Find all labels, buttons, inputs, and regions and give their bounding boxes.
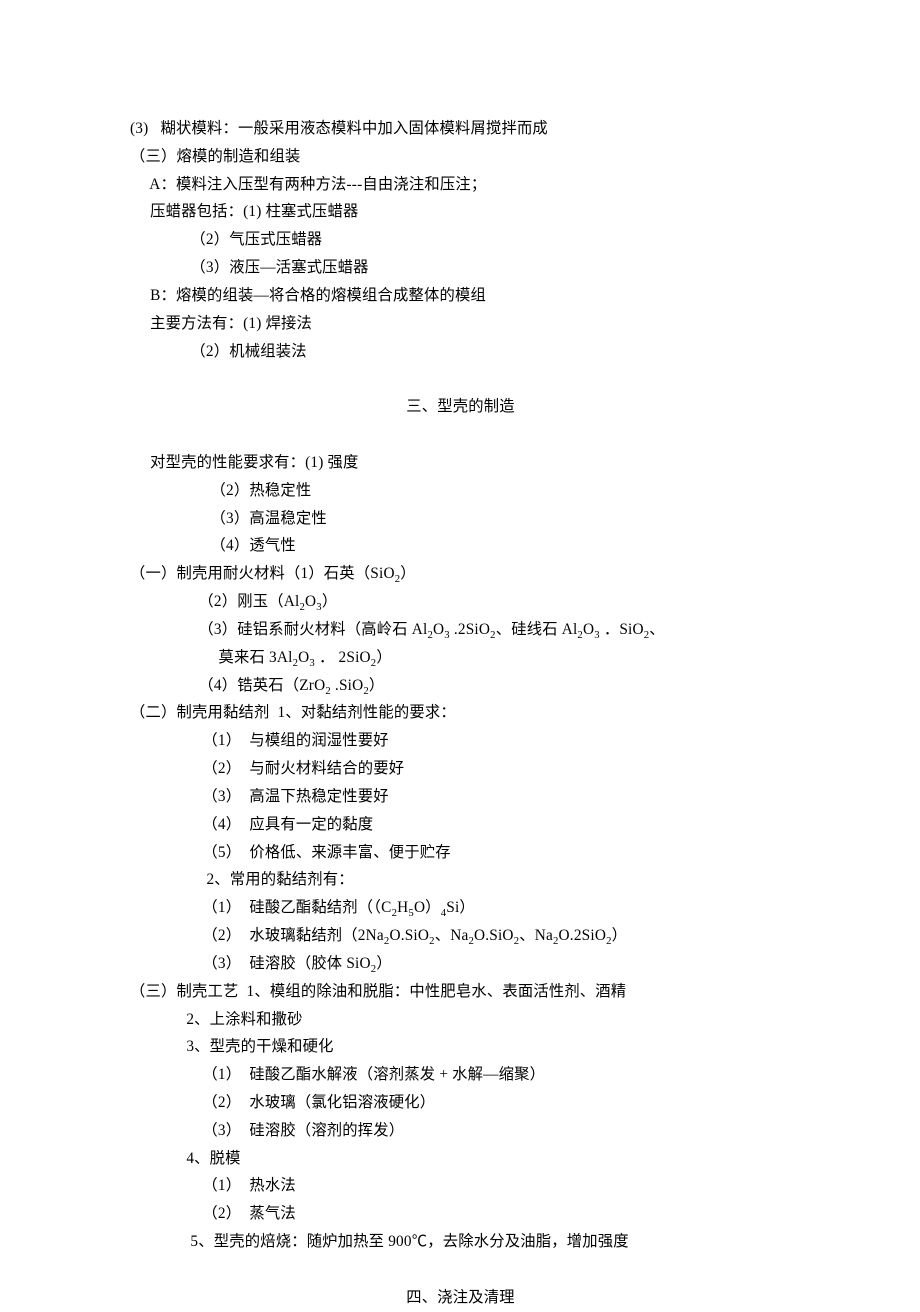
text-fragment: ） — [376, 649, 392, 666]
text-fragment: （2） 水玻璃黏结剂（2Na — [130, 927, 384, 944]
body-line: 主要方法有：(1) 焊接法 — [130, 310, 815, 338]
body-line: （3）硅铝系耐火材料（高岭石 Al2O3 .2SiO2、硅线石 Al2O3 ．S… — [130, 616, 815, 644]
body-line: （1） 与模组的润湿性要好 — [130, 727, 815, 755]
body-line: 2、常用的黏结剂有： — [130, 866, 815, 894]
text-fragment: .SiO — [331, 677, 363, 694]
text-fragment: O — [583, 621, 594, 638]
text-fragment: （4）锆英石（ZrO — [130, 677, 325, 694]
text-fragment: （3） 硅溶胶（胶体 SiO — [130, 955, 371, 972]
blank-line — [130, 421, 815, 449]
text-fragment: H — [397, 899, 408, 916]
text-fragment: 莫来石 3Al — [130, 649, 293, 666]
text-fragment: ） — [612, 927, 628, 944]
text-fragment: O.2SiO — [559, 927, 607, 944]
body-line: （2）热稳定性 — [130, 477, 815, 505]
text-fragment: O — [305, 593, 316, 610]
body-line: 2、上涂料和撒砂 — [130, 1006, 815, 1034]
body-line: （2） 与耐火材料结合的要好 — [130, 755, 815, 783]
text-fragment: （2）刚玉（Al — [130, 593, 299, 610]
body-line: （2） 水玻璃黏结剂（2Na2O.SiO2、Na2O.SiO2、Na2O.2Si… — [130, 922, 815, 950]
body-line: （3） 硅溶胶（溶剂的挥发） — [130, 1117, 815, 1145]
text-fragment: （3）硅铝系耐火材料（高岭石 Al — [130, 621, 427, 638]
body-line: （3） 硅溶胶（胶体 SiO2） — [130, 950, 815, 978]
body-line: （三）制壳工艺 1、模组的除油和脱脂：中性肥皂水、表面活性剂、酒精 — [130, 978, 815, 1006]
body-line: （2）气压式压蜡器 — [130, 226, 815, 254]
body-line: （二）制壳用黏结剂 1、对黏结剂性能的要求： — [130, 699, 815, 727]
body-line: （一）制壳用耐火材料（1）石英（SiO2） — [130, 560, 815, 588]
text-fragment: ） — [376, 955, 392, 972]
body-line: （三）熔模的制造和组装 — [130, 143, 815, 171]
body-line: （2） 蒸气法 — [130, 1200, 815, 1228]
body-line: (3) 糊状模料：一般采用液态模料中加入固体模料屑搅拌而成 — [130, 115, 815, 143]
text-fragment: ） — [400, 565, 416, 582]
body-line: （1） 热水法 — [130, 1172, 815, 1200]
body-line: 压蜡器包括：(1) 柱塞式压蜡器 — [130, 198, 815, 226]
text-fragment: 、Na — [435, 927, 469, 944]
text-fragment: O — [433, 621, 444, 638]
text-fragment: Si） — [446, 899, 475, 916]
section-heading: 三、型壳的制造 — [106, 393, 815, 421]
body-line: （4） 应具有一定的黏度 — [130, 811, 815, 839]
blank-line — [130, 1256, 815, 1284]
text-fragment: （一）制壳用耐火材料（1）石英（SiO — [130, 565, 395, 582]
text-fragment: ． 2SiO — [315, 649, 371, 666]
body-line: （2）刚玉（Al2O3） — [130, 588, 815, 616]
text-fragment: 、硅线石 Al — [496, 621, 578, 638]
body-line: （4）锆英石（ZrO2 .SiO2） — [130, 672, 815, 700]
text-fragment: 、 — [649, 621, 665, 638]
body-line: 3、型壳的干燥和硬化 — [130, 1033, 815, 1061]
body-line: 5、型壳的焙烧：随炉加热至 900℃，去除水分及油脂，增加强度 — [130, 1228, 815, 1256]
body-line: （2） 水玻璃（氯化铝溶液硬化） — [130, 1089, 815, 1117]
body-line: （5） 价格低、来源丰富、便于贮存 — [130, 839, 815, 867]
document-page: (3) 糊状模料：一般采用液态模料中加入固体模料屑搅拌而成 （三）熔模的制造和组… — [0, 0, 920, 1312]
body-line: B：熔模的组装—将合格的熔模组合成整体的模组 — [130, 282, 815, 310]
blank-line — [130, 365, 815, 393]
text-fragment: .2SiO — [450, 621, 490, 638]
body-line: A：模料注入压型有两种方法---自由浇注和压注； — [130, 171, 815, 199]
text-fragment: O.SiO — [474, 927, 514, 944]
body-line: （4）透气性 — [130, 532, 815, 560]
text-fragment: ） — [322, 593, 338, 610]
body-line: 莫来石 3Al2O3 ． 2SiO2） — [130, 644, 815, 672]
text-fragment: O） — [414, 899, 441, 916]
body-line: （2）机械组装法 — [130, 338, 815, 366]
section-heading: 四、浇注及清理 — [106, 1284, 815, 1312]
text-fragment: 、Na — [519, 927, 553, 944]
body-line: （3）高温稳定性 — [130, 505, 815, 533]
text-fragment: （1） 硅酸乙酯黏结剂（（C — [130, 899, 392, 916]
text-fragment: O — [298, 649, 309, 666]
text-fragment: O.SiO — [389, 927, 429, 944]
text-fragment: ） — [369, 677, 385, 694]
body-line: 对型壳的性能要求有：(1) 强度 — [130, 449, 815, 477]
body-line: 4、脱模 — [130, 1145, 815, 1173]
body-line: （1） 硅酸乙酯黏结剂（（C2H5O）4Si） — [130, 894, 815, 922]
body-line: （3）液压—活塞式压蜡器 — [130, 254, 815, 282]
text-fragment: ．SiO — [600, 621, 644, 638]
body-line: （1） 硅酸乙酯水解液（溶剂蒸发 + 水解—缩聚） — [130, 1061, 815, 1089]
body-line: （3） 高温下热稳定性要好 — [130, 783, 815, 811]
